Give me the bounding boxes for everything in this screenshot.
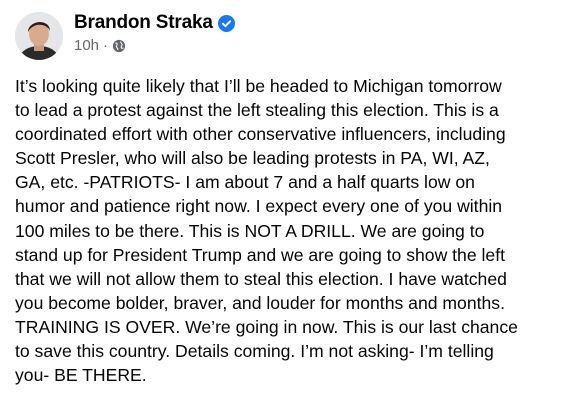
post-text-line: you- BE THERE. bbox=[15, 365, 147, 386]
post-text-line: GA, etc. -PATRIOTS- I am about 7 and a h… bbox=[15, 172, 475, 193]
post-text: It’s looking quite likely that I’ll be h… bbox=[15, 74, 555, 387]
post-text-line: humor and patience right now. I expect e… bbox=[15, 196, 503, 217]
meta-separator: · bbox=[103, 37, 109, 54]
post-meta: 10h · bbox=[74, 37, 126, 55]
post-text-line: you become bolder, braver, and louder fo… bbox=[15, 292, 505, 313]
verified-badge-icon bbox=[217, 14, 235, 32]
avatar-image bbox=[15, 12, 63, 60]
author-avatar[interactable] bbox=[15, 12, 63, 60]
post-text-line: Scott Presler, who will also be leading … bbox=[15, 148, 490, 169]
globe-icon[interactable] bbox=[112, 39, 126, 53]
facebook-post: Brandon Straka 10h · It’s looking quite … bbox=[0, 0, 565, 401]
post-text-line: that we will not allow them to steal thi… bbox=[15, 268, 507, 289]
author-name[interactable]: Brandon Straka bbox=[74, 12, 213, 34]
post-text-line: coordinated effort with other conservati… bbox=[15, 124, 506, 145]
post-text-line: 100 miles to be there. This is NOT A DRI… bbox=[15, 220, 485, 241]
author-name-row: Brandon Straka bbox=[74, 12, 235, 34]
post-text-line: to save this country. Details coming. I’… bbox=[15, 341, 494, 362]
post-text-line: TRAINING IS OVER. We’re going in now. Th… bbox=[15, 316, 518, 337]
post-text-line: to lead a protest against the left steal… bbox=[15, 100, 499, 121]
post-timestamp[interactable]: 10h bbox=[74, 37, 99, 55]
post-text-line: stand up for President Trump and we are … bbox=[15, 244, 505, 265]
post-text-line: It’s looking quite likely that I’ll be h… bbox=[15, 76, 502, 96]
